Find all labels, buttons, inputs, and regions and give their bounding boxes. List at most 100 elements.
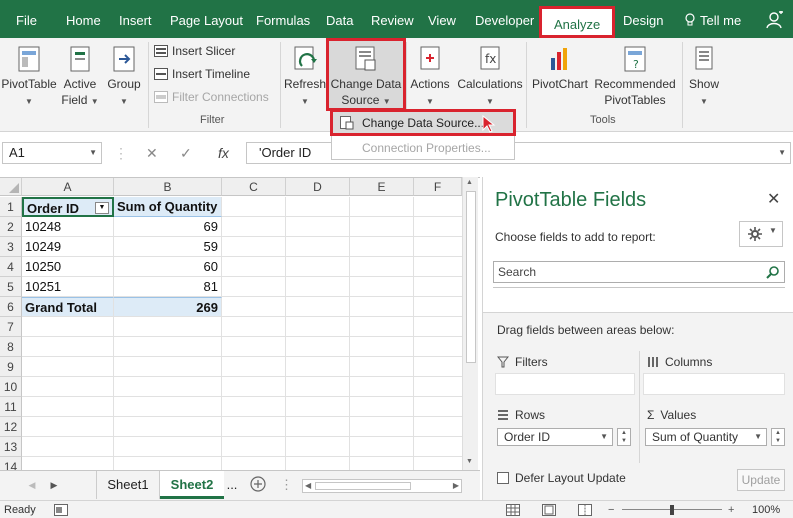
row-header[interactable]: 2 xyxy=(0,217,22,237)
rows-spinner[interactable]: ▲ ▼ xyxy=(617,428,631,446)
row-header[interactable]: 13 xyxy=(0,437,22,457)
active-field-button[interactable]: Active Field ▼ xyxy=(60,44,100,110)
enter-check-icon[interactable]: ✓ xyxy=(180,142,192,164)
chevron-down-icon[interactable]: ▼ xyxy=(754,429,762,445)
row-header[interactable]: 10 xyxy=(0,377,22,397)
group-button[interactable]: Group ▼ xyxy=(104,44,144,110)
scroll-sheets-right-icon[interactable]: ▶ xyxy=(44,471,64,499)
cell-b6[interactable]: 269 xyxy=(114,297,222,317)
cell-b2[interactable]: 69 xyxy=(114,217,222,237)
cancel-icon[interactable]: ✕ xyxy=(146,142,158,164)
select-all-corner[interactable] xyxy=(0,178,22,196)
row-header[interactable]: 4 xyxy=(0,257,22,277)
add-sheet-icon[interactable] xyxy=(248,471,268,499)
tell-me[interactable]: Tell me xyxy=(684,0,741,38)
horizontal-scrollbar[interactable]: ◀ ▶ xyxy=(302,479,462,493)
column-header-a[interactable]: A xyxy=(22,178,114,196)
tab-review[interactable]: Review xyxy=(371,0,414,38)
zoom-out-icon[interactable]: − xyxy=(608,501,614,518)
zoom-slider-thumb[interactable] xyxy=(670,505,674,515)
pivottable-button[interactable]: PivotTable ▼ xyxy=(0,44,58,110)
scroll-sheets-left-icon[interactable]: ◀ xyxy=(22,471,42,499)
field-search-input[interactable]: Search xyxy=(493,261,785,283)
column-header-b[interactable]: B xyxy=(114,178,222,196)
cell-a3[interactable]: 10249 xyxy=(22,237,114,257)
tab-file[interactable]: File xyxy=(16,0,37,38)
vertical-scrollbar[interactable]: ▲ ▼ xyxy=(462,177,478,470)
row-header[interactable]: 7 xyxy=(0,317,22,337)
scroll-down-icon[interactable]: ▼ xyxy=(466,458,473,465)
page-break-view-icon[interactable] xyxy=(578,504,592,516)
insert-timeline-button[interactable]: Insert Timeline xyxy=(154,67,250,81)
filter-connections-button[interactable]: Filter Connections xyxy=(154,90,269,104)
column-header-f[interactable]: F xyxy=(414,178,462,196)
normal-view-icon[interactable] xyxy=(506,504,520,516)
insert-function-icon[interactable]: fx xyxy=(218,142,229,164)
sheet-tab-sheet2[interactable]: Sheet2 xyxy=(160,471,224,499)
scroll-thumb[interactable] xyxy=(466,191,476,363)
row-header[interactable]: 6 xyxy=(0,297,22,317)
refresh-button[interactable]: Refresh ▼ xyxy=(284,44,326,110)
cell-b3[interactable]: 59 xyxy=(114,237,222,257)
h-scroll-thumb[interactable] xyxy=(315,482,411,490)
tab-developer[interactable]: Developer xyxy=(475,0,534,38)
cell-a6[interactable]: Grand Total xyxy=(22,297,114,317)
scroll-right-icon[interactable]: ▶ xyxy=(453,480,459,492)
row-header[interactable]: 9 xyxy=(0,357,22,377)
row-header[interactable]: 5 xyxy=(0,277,22,297)
zoom-level[interactable]: 100% xyxy=(752,501,780,518)
row-header[interactable]: 1 xyxy=(0,197,22,217)
tab-splitter-icon[interactable]: ⋮ xyxy=(280,471,293,499)
calculations-button[interactable]: fx Calculations ▼ xyxy=(456,44,524,110)
tab-view[interactable]: View xyxy=(428,0,456,38)
chevron-down-icon[interactable]: ▼ xyxy=(600,429,608,445)
menu-item-connection-properties[interactable]: Connection Properties... xyxy=(332,137,514,159)
row-header[interactable]: 11 xyxy=(0,397,22,417)
cell-a1[interactable]: Order ID ▼ xyxy=(22,197,114,217)
sheet-tab-sheet1[interactable]: Sheet1 xyxy=(96,471,160,499)
cell-a2[interactable]: 10248 xyxy=(22,217,114,237)
scroll-up-icon[interactable]: ▲ xyxy=(466,179,473,186)
tab-insert[interactable]: Insert xyxy=(119,0,152,38)
tab-formulas[interactable]: Formulas xyxy=(256,0,310,38)
row-header[interactable]: 8 xyxy=(0,337,22,357)
tab-analyze[interactable]: Analyze xyxy=(539,6,616,38)
scroll-left-icon[interactable]: ◀ xyxy=(305,480,311,492)
values-spinner[interactable]: ▲ ▼ xyxy=(771,428,785,446)
macro-record-icon[interactable] xyxy=(54,504,68,516)
zoom-in-icon[interactable]: + xyxy=(728,501,734,518)
more-sheets[interactable]: ... xyxy=(224,471,240,499)
field-list[interactable] xyxy=(493,287,785,309)
share-user-icon[interactable] xyxy=(766,11,784,29)
cell-a4[interactable]: 10250 xyxy=(22,257,114,277)
tab-design[interactable]: Design xyxy=(623,0,663,38)
name-box[interactable]: A1 ▼ xyxy=(2,142,102,164)
filters-drop-area[interactable] xyxy=(495,373,635,395)
update-button[interactable]: Update xyxy=(737,469,785,491)
column-header-d[interactable]: D xyxy=(286,178,350,196)
cell-a5[interactable]: 10251 xyxy=(22,277,114,297)
row-header[interactable]: 3 xyxy=(0,237,22,257)
tab-home[interactable]: Home xyxy=(66,0,101,38)
row-header[interactable]: 12 xyxy=(0,417,22,437)
defer-checkbox[interactable] xyxy=(497,472,509,484)
pivotchart-button[interactable]: PivotChart xyxy=(530,44,590,92)
cell-b4[interactable]: 60 xyxy=(114,257,222,277)
column-header-e[interactable]: E xyxy=(350,178,414,196)
column-header-c[interactable]: C xyxy=(222,178,286,196)
tab-page-layout[interactable]: Page Layout xyxy=(170,0,243,38)
page-layout-view-icon[interactable] xyxy=(542,504,556,516)
show-button[interactable]: Show ▼ xyxy=(686,44,722,110)
row-header[interactable]: 14 xyxy=(0,457,22,474)
formula-input[interactable]: 'Order ID ▼ xyxy=(246,142,791,164)
values-field-sum-quantity[interactable]: Sum of Quantity ▼ xyxy=(645,428,767,446)
rows-field-order-id[interactable]: Order ID ▼ xyxy=(497,428,613,446)
insert-slicer-button[interactable]: Insert Slicer xyxy=(154,44,235,58)
actions-button[interactable]: Actions ▼ xyxy=(408,44,452,110)
filter-dropdown-icon[interactable]: ▼ xyxy=(95,202,109,214)
chevron-down-icon[interactable]: ▼ xyxy=(89,143,97,163)
close-icon[interactable]: ✕ xyxy=(767,189,780,209)
pane-settings-button[interactable]: ▼ xyxy=(739,221,783,247)
columns-drop-area[interactable] xyxy=(643,373,785,395)
chevron-down-icon[interactable]: ▼ xyxy=(778,143,786,163)
